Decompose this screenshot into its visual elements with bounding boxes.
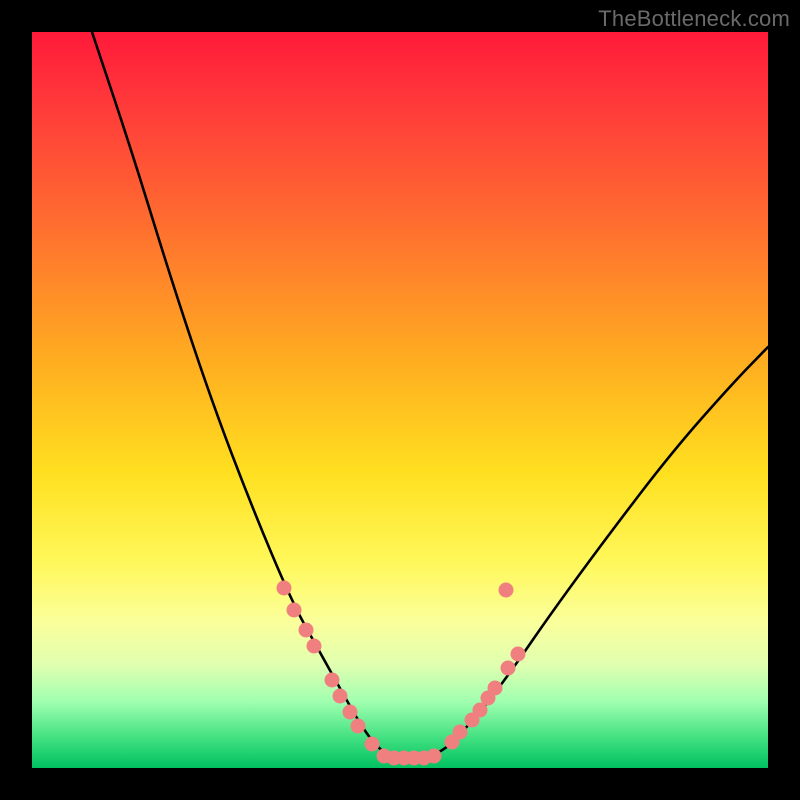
curve-marker: [287, 603, 302, 618]
curve-marker: [499, 583, 514, 598]
curve-marker: [351, 719, 366, 734]
chart-plot-area: [32, 32, 768, 768]
curve-markers: [277, 581, 526, 766]
curve-marker: [511, 647, 526, 662]
chart-svg: [32, 32, 768, 768]
watermark-text: TheBottleneck.com: [598, 6, 790, 32]
curve-marker: [343, 705, 358, 720]
curve-marker: [501, 661, 516, 676]
chart-frame: TheBottleneck.com: [0, 0, 800, 800]
curve-marker: [365, 737, 380, 752]
curve-marker: [277, 581, 292, 596]
curve-marker: [333, 689, 348, 704]
curve-marker: [453, 725, 468, 740]
curve-marker: [299, 623, 314, 638]
curve-marker: [325, 673, 340, 688]
curve-marker: [488, 681, 503, 696]
curve-marker: [307, 639, 322, 654]
bottleneck-curve: [92, 32, 768, 758]
curve-marker: [427, 749, 442, 764]
